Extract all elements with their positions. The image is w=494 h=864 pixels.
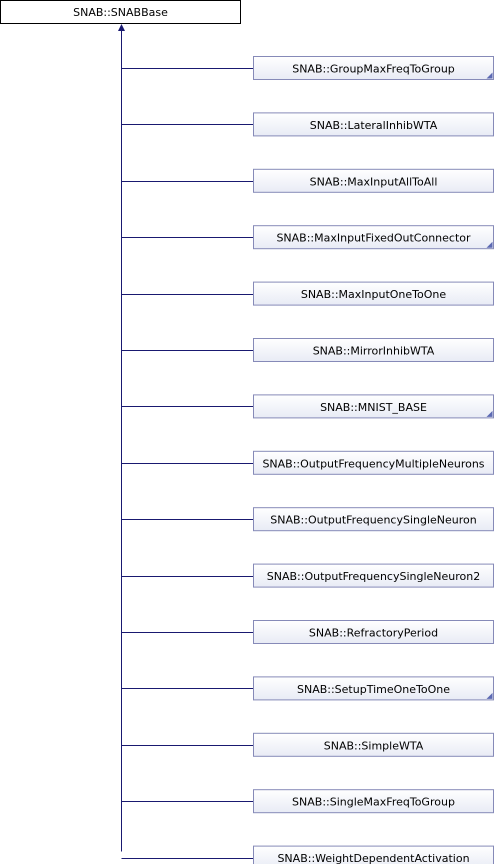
derived-class-node[interactable]: SNAB::MaxInputOneToOne <box>121 281 494 306</box>
derived-class-label: SNAB::LateralInhibWTA <box>310 119 438 132</box>
derived-class-node[interactable]: SNAB::SetupTimeOneToOne <box>121 676 494 701</box>
derived-class-label: SNAB::MaxInputOneToOne <box>301 288 447 301</box>
derived-class-node[interactable]: SNAB::OutputFrequencySingleNeuron2 <box>121 563 494 588</box>
derived-class-label: SNAB::OutputFrequencySingleNeuron <box>270 514 477 527</box>
derived-class-label: SNAB::SetupTimeOneToOne <box>297 683 450 696</box>
derived-class-label: SNAB::MaxInputFixedOutConnector <box>276 232 471 245</box>
derived-class-label: SNAB::MaxInputAllToAll <box>310 175 438 188</box>
derived-class-node[interactable]: SNAB::OutputFrequencySingleNeuron <box>121 507 494 532</box>
derived-class-label: SNAB::MNIST_BASE <box>320 401 427 414</box>
inheritance-diagram: SNAB::SNABBase SNAB::GroupMaxFreqToGroup… <box>0 0 494 864</box>
derived-class-node[interactable]: SNAB::WeightDependentActivation <box>121 845 494 864</box>
derived-class-label: SNAB::SimpleWTA <box>324 739 424 752</box>
derived-class-node[interactable]: SNAB::RefractoryPeriod <box>121 620 494 644</box>
derived-class-node[interactable]: SNAB::SingleMaxFreqToGroup <box>121 789 494 814</box>
derived-class-list: SNAB::GroupMaxFreqToGroupSNAB::LateralIn… <box>121 56 494 864</box>
derived-class-label: SNAB::RefractoryPeriod <box>309 627 438 640</box>
derived-class-node[interactable]: SNAB::SimpleWTA <box>121 732 494 757</box>
base-class-label: SNAB::SNABBase <box>73 6 168 19</box>
derived-class-label: SNAB::GroupMaxFreqToGroup <box>292 63 455 76</box>
derived-class-node[interactable]: SNAB::GroupMaxFreqToGroup <box>121 56 494 80</box>
derived-class-node[interactable]: SNAB::MaxInputFixedOutConnector <box>121 225 494 250</box>
derived-class-label: SNAB::OutputFrequencyMultipleNeurons <box>262 457 484 470</box>
derived-class-node[interactable]: SNAB::MNIST_BASE <box>121 394 494 419</box>
derived-class-node[interactable]: SNAB::OutputFrequencyMultipleNeurons <box>121 450 494 475</box>
inheritance-arrowhead <box>118 24 125 31</box>
derived-class-label: SNAB::SingleMaxFreqToGroup <box>292 796 455 809</box>
derived-class-label: SNAB::OutputFrequencySingleNeuron2 <box>267 570 481 583</box>
derived-class-node[interactable]: SNAB::MirrorInhibWTA <box>121 338 494 362</box>
base-class-node[interactable]: SNAB::SNABBase <box>0 0 241 24</box>
derived-class-node[interactable]: SNAB::MaxInputAllToAll <box>121 168 494 193</box>
derived-class-label: SNAB::WeightDependentActivation <box>277 852 469 864</box>
derived-class-label: SNAB::MirrorInhibWTA <box>313 345 435 358</box>
derived-class-node[interactable]: SNAB::LateralInhibWTA <box>121 112 494 137</box>
